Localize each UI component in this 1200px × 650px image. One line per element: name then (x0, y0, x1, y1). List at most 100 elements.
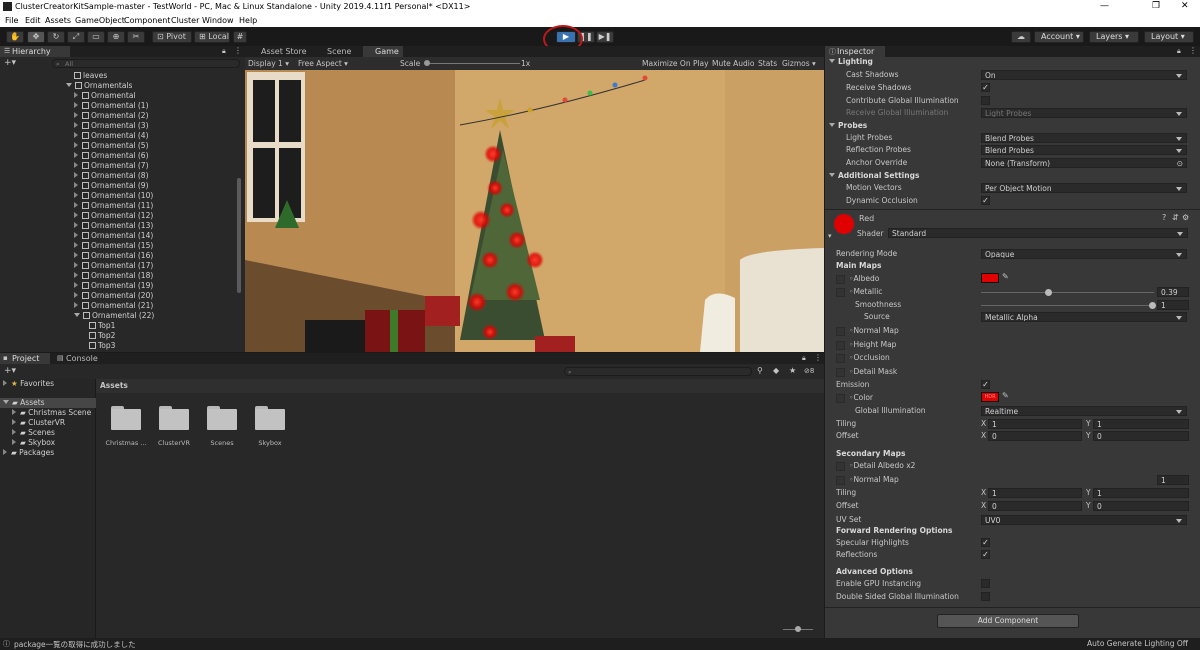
mute-audio-toggle[interactable]: Mute Audio (712, 59, 754, 68)
step-button[interactable]: ▶❚ (596, 31, 614, 43)
hierarchy-item[interactable]: Ornamental (22) (74, 311, 154, 321)
hierarchy-item[interactable]: Ornamental (1) (74, 101, 149, 111)
menu-window[interactable]: Window (202, 16, 234, 25)
collapse-icon[interactable] (74, 102, 78, 108)
eyedropper-icon[interactable]: ✎ (1002, 391, 1009, 400)
rendering-mode-dropdown[interactable]: Opaque (981, 249, 1187, 259)
filter-by-label-icon[interactable]: ◆ (773, 366, 779, 375)
menu-help[interactable]: Help (239, 16, 257, 25)
preset-icon[interactable]: ⇵ (1172, 213, 1179, 222)
hierarchy-item[interactable]: Ornamental (6) (74, 151, 149, 161)
secondary-offset-x-field[interactable]: 0 (988, 501, 1082, 511)
tiling-x-field[interactable]: 1 (988, 419, 1082, 429)
collapse-icon[interactable] (74, 172, 78, 178)
normal-map-slot[interactable] (836, 327, 845, 336)
collapse-icon[interactable] (74, 112, 78, 118)
hierarchy-item[interactable]: Ornamental (8) (74, 171, 149, 181)
smoothness-slider-thumb[interactable] (1149, 302, 1156, 309)
hierarchy-scrollbar[interactable] (237, 178, 241, 293)
menu-gameobject[interactable]: GameObject (75, 16, 125, 25)
contribute-gi-checkbox[interactable] (981, 96, 990, 105)
hierarchy-search-input[interactable]: ⌕ All (52, 59, 240, 68)
hierarchy-item[interactable]: Ornamental (74, 91, 136, 101)
gizmos-dropdown[interactable]: Gizmos ▾ (782, 59, 816, 68)
menu-cluster[interactable]: Cluster (171, 16, 199, 25)
hierarchy-item[interactable]: Ornamental (15) (74, 241, 153, 251)
specular-highlights-checkbox[interactable]: ✓ (981, 538, 990, 547)
folder-label[interactable]: Christmas ... (103, 439, 149, 447)
maximize-on-play-toggle[interactable]: Maximize On Play (642, 59, 709, 68)
grid-snap-icon[interactable]: # (233, 31, 247, 43)
collapse-icon[interactable] (74, 292, 78, 298)
aspect-dropdown[interactable]: Free Aspect ▾ (298, 59, 348, 68)
tab-asset-store[interactable]: Asset Store (249, 46, 313, 57)
eyedropper-icon[interactable]: ✎ (1002, 272, 1009, 281)
project-tree-folder[interactable]: ▰ Christmas Scene (12, 408, 91, 418)
secondary-normal-value[interactable]: 1 (1157, 475, 1189, 485)
folder-icon[interactable] (255, 406, 285, 430)
hierarchy-item[interactable]: Ornamental (18) (74, 271, 153, 281)
reflections-checkbox[interactable]: ✓ (981, 550, 990, 559)
dynamic-occlusion-checkbox[interactable]: ✓ (981, 196, 990, 205)
cloud-icon[interactable]: ☁ (1011, 31, 1031, 43)
collapse-icon[interactable] (74, 142, 78, 148)
height-map-slot[interactable] (836, 341, 845, 350)
kebab-menu-icon[interactable]: ⋮ (234, 46, 242, 55)
hierarchy-item[interactable]: Ornamental (14) (74, 231, 153, 241)
expand-icon[interactable] (66, 83, 72, 87)
hierarchy-item[interactable]: leaves (74, 71, 107, 81)
local-toggle[interactable]: ⊞ Local (194, 31, 230, 43)
custom-tool-icon[interactable]: ✂ (127, 31, 145, 43)
gpu-instancing-checkbox[interactable] (981, 579, 990, 588)
smoothness-value[interactable]: 1 (1157, 300, 1189, 310)
shader-dropdown[interactable]: Standard (888, 228, 1188, 238)
motion-vectors-dropdown[interactable]: Per Object Motion (981, 183, 1187, 193)
receive-shadows-checkbox[interactable]: ✓ (981, 83, 990, 92)
hierarchy-item[interactable]: Ornamental (17) (74, 261, 153, 271)
anchor-override-field[interactable]: None (Transform) ⊙ (981, 158, 1187, 168)
offset-x-field[interactable]: 0 (988, 431, 1082, 441)
lock-icon[interactable]: 🔒︎ (222, 47, 226, 56)
collapse-icon[interactable] (74, 92, 78, 98)
assets-item[interactable]: ▰ Assets (0, 398, 96, 408)
project-tree-folder[interactable]: ▰ ClusterVR (12, 418, 65, 428)
global-illumination-dropdown[interactable]: Realtime (981, 406, 1187, 416)
metallic-value[interactable]: 0.39 (1157, 287, 1189, 297)
rotate-tool-icon[interactable]: ↻ (47, 31, 65, 43)
collapse-icon[interactable] (74, 242, 78, 248)
hierarchy-item[interactable]: Ornamental (12) (74, 211, 153, 221)
occlusion-slot[interactable] (836, 354, 845, 363)
hierarchy-item[interactable]: Ornamental (3) (74, 121, 149, 131)
hierarchy-item[interactable]: Top2 (89, 331, 115, 341)
secondary-normal-slot[interactable] (836, 476, 845, 485)
collapse-icon[interactable] (74, 232, 78, 238)
lighting-status[interactable]: Auto Generate Lighting Off (1087, 639, 1188, 648)
emission-texture-slot[interactable] (836, 394, 845, 403)
inspector-menu-icon[interactable]: ⋮ (1189, 46, 1197, 55)
collapse-icon[interactable] (74, 132, 78, 138)
tab-hierarchy[interactable]: Hierarchy (0, 46, 70, 57)
tab-game[interactable]: Game (363, 46, 403, 57)
hierarchy-item[interactable]: Ornamental (9) (74, 181, 149, 191)
hierarchy-item[interactable]: Ornamental (11) (74, 201, 153, 211)
project-tree-folder[interactable]: ▰ Scenes (12, 428, 55, 438)
secondary-offset-y-field[interactable]: 0 (1093, 501, 1189, 511)
scale-slider-thumb[interactable] (424, 60, 430, 66)
project-menu-icon[interactable]: ⋮ (814, 353, 822, 362)
add-dropdown[interactable]: +▾ (4, 58, 16, 68)
collapse-icon[interactable] (74, 202, 78, 208)
collapse-icon[interactable] (74, 152, 78, 158)
maximize-button[interactable]: ❐ (1152, 1, 1160, 11)
collapse-icon[interactable] (74, 252, 78, 258)
scale-tool-icon[interactable]: ⤢ (67, 31, 85, 43)
stats-toggle[interactable]: Stats (758, 59, 777, 68)
albedo-texture-slot[interactable] (836, 275, 845, 284)
help-icon[interactable]: ? (1162, 213, 1166, 222)
move-tool-icon[interactable]: ✥ (27, 31, 45, 43)
hierarchy-item[interactable]: Ornamental (21) (74, 301, 153, 311)
smoothness-slider[interactable] (981, 305, 1154, 306)
double-sided-gi-checkbox[interactable] (981, 592, 990, 601)
account-dropdown[interactable]: Account ▾ (1034, 31, 1084, 43)
emission-color-swatch[interactable]: HDR (981, 392, 999, 402)
collapse-icon[interactable] (74, 262, 78, 268)
